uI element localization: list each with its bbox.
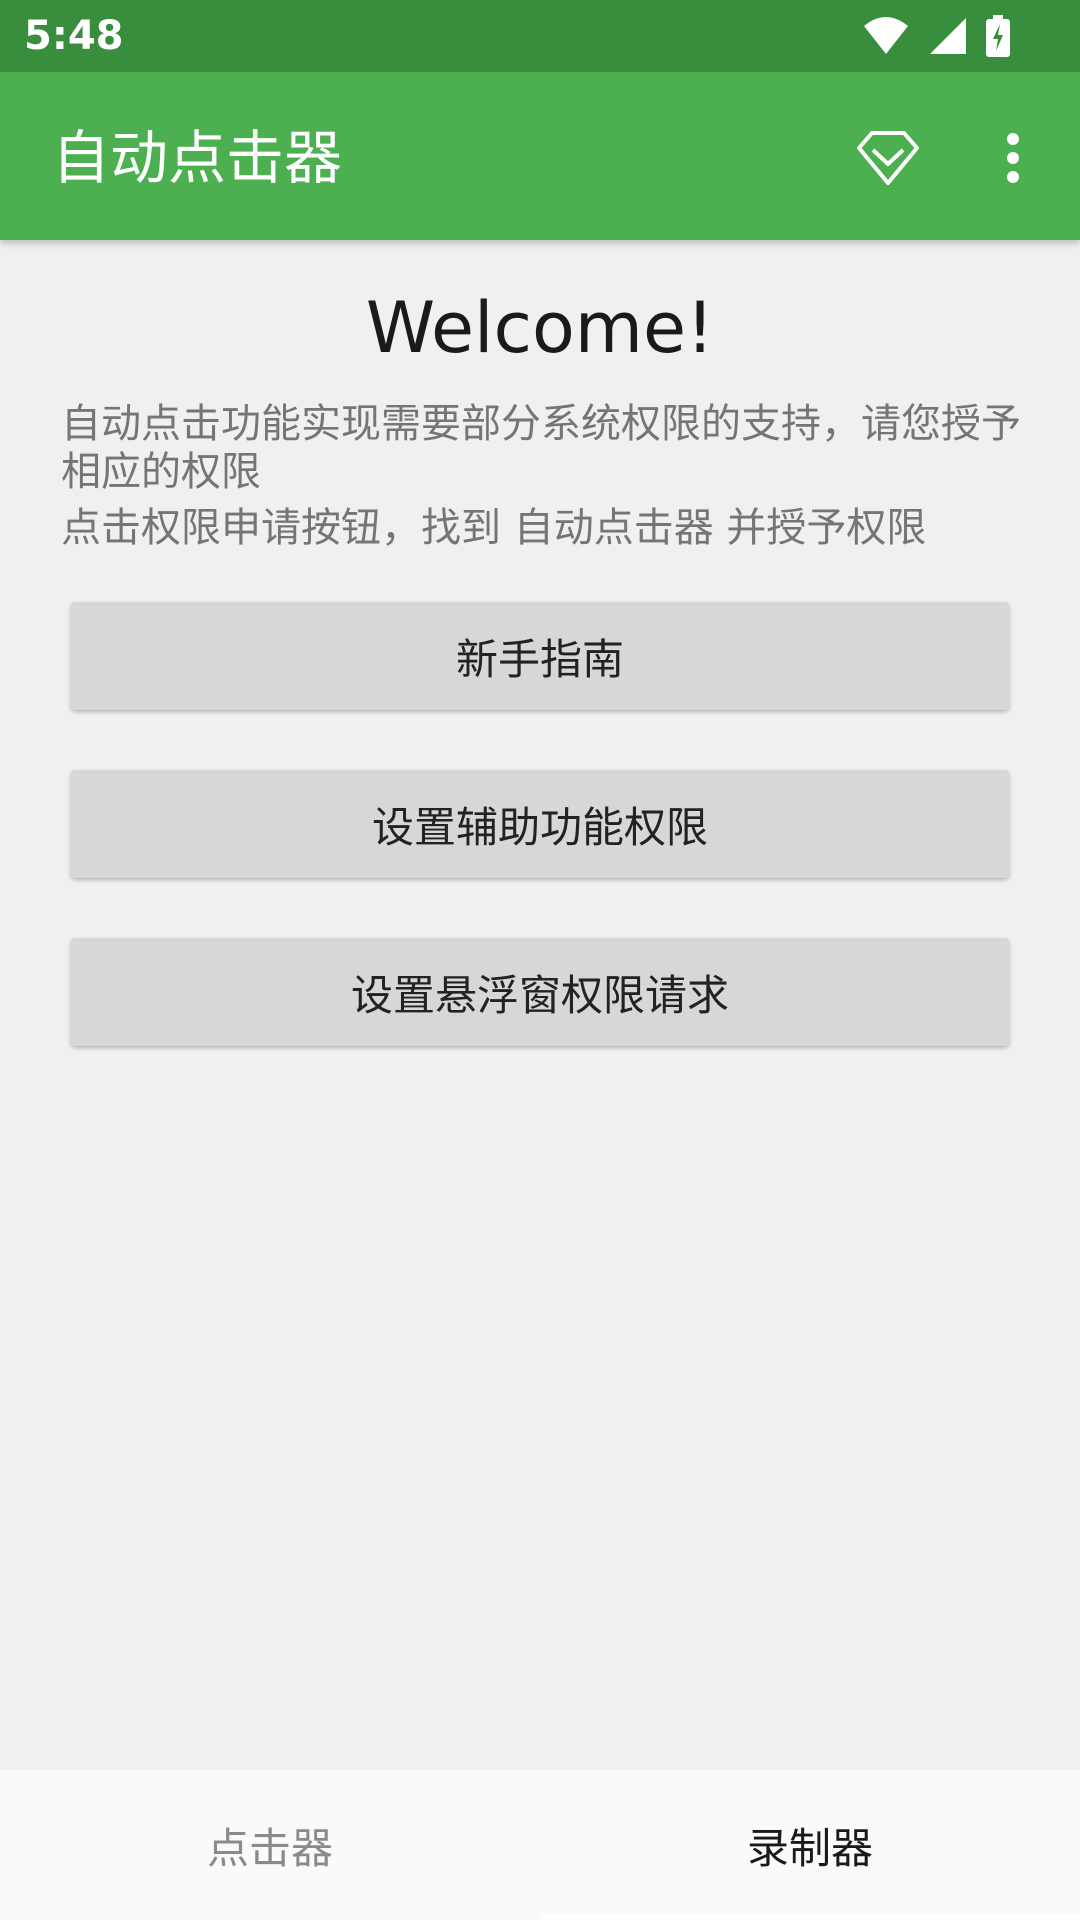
accessibility-permission-button[interactable]: 设置辅助功能权限 <box>71 770 1009 878</box>
gem-button[interactable] <box>850 122 926 198</box>
cell-signal-icon <box>928 16 968 56</box>
app-title: 自动点击器 <box>52 124 343 192</box>
tab-recorder-label: 录制器 <box>746 1823 873 1873</box>
gem-icon <box>856 130 920 190</box>
wifi-icon <box>862 16 910 56</box>
overlay-permission-button[interactable]: 设置悬浮窗权限请求 <box>71 938 1009 1046</box>
tab-selected-indicator <box>540 1914 1080 1920</box>
app-bar: 自动点击器 <box>0 72 1080 240</box>
status-bar: 5:48 <box>0 0 1080 72</box>
intro-line-instructions: 点击权限申请按钮，找到 自动点击器 并授予权限 <box>61 505 927 551</box>
tab-clicker-label: 点击器 <box>206 1823 333 1873</box>
battery-charging-icon <box>986 15 1010 57</box>
intro-line-permissions: 自动点击功能实现需要部分系统权限的支持，请您授予相应的权限 <box>61 401 1021 495</box>
beginner-guide-button[interactable]: 新手指南 <box>71 602 1009 710</box>
status-time: 5:48 <box>24 13 124 59</box>
intro-text: 自动点击功能实现需要部分系统权限的支持，请您授予相应的权限 点击权限申请按钮，找… <box>61 400 1021 552</box>
more-vert-icon <box>1005 132 1021 188</box>
tab-recorder[interactable]: 录制器 <box>540 1770 1080 1920</box>
status-icons <box>862 14 1010 58</box>
bottom-navigation: 点击器 录制器 <box>0 1770 1080 1920</box>
welcome-heading: Welcome! <box>365 287 715 369</box>
tab-clicker[interactable]: 点击器 <box>0 1770 540 1920</box>
more-options-button[interactable] <box>985 122 1041 198</box>
